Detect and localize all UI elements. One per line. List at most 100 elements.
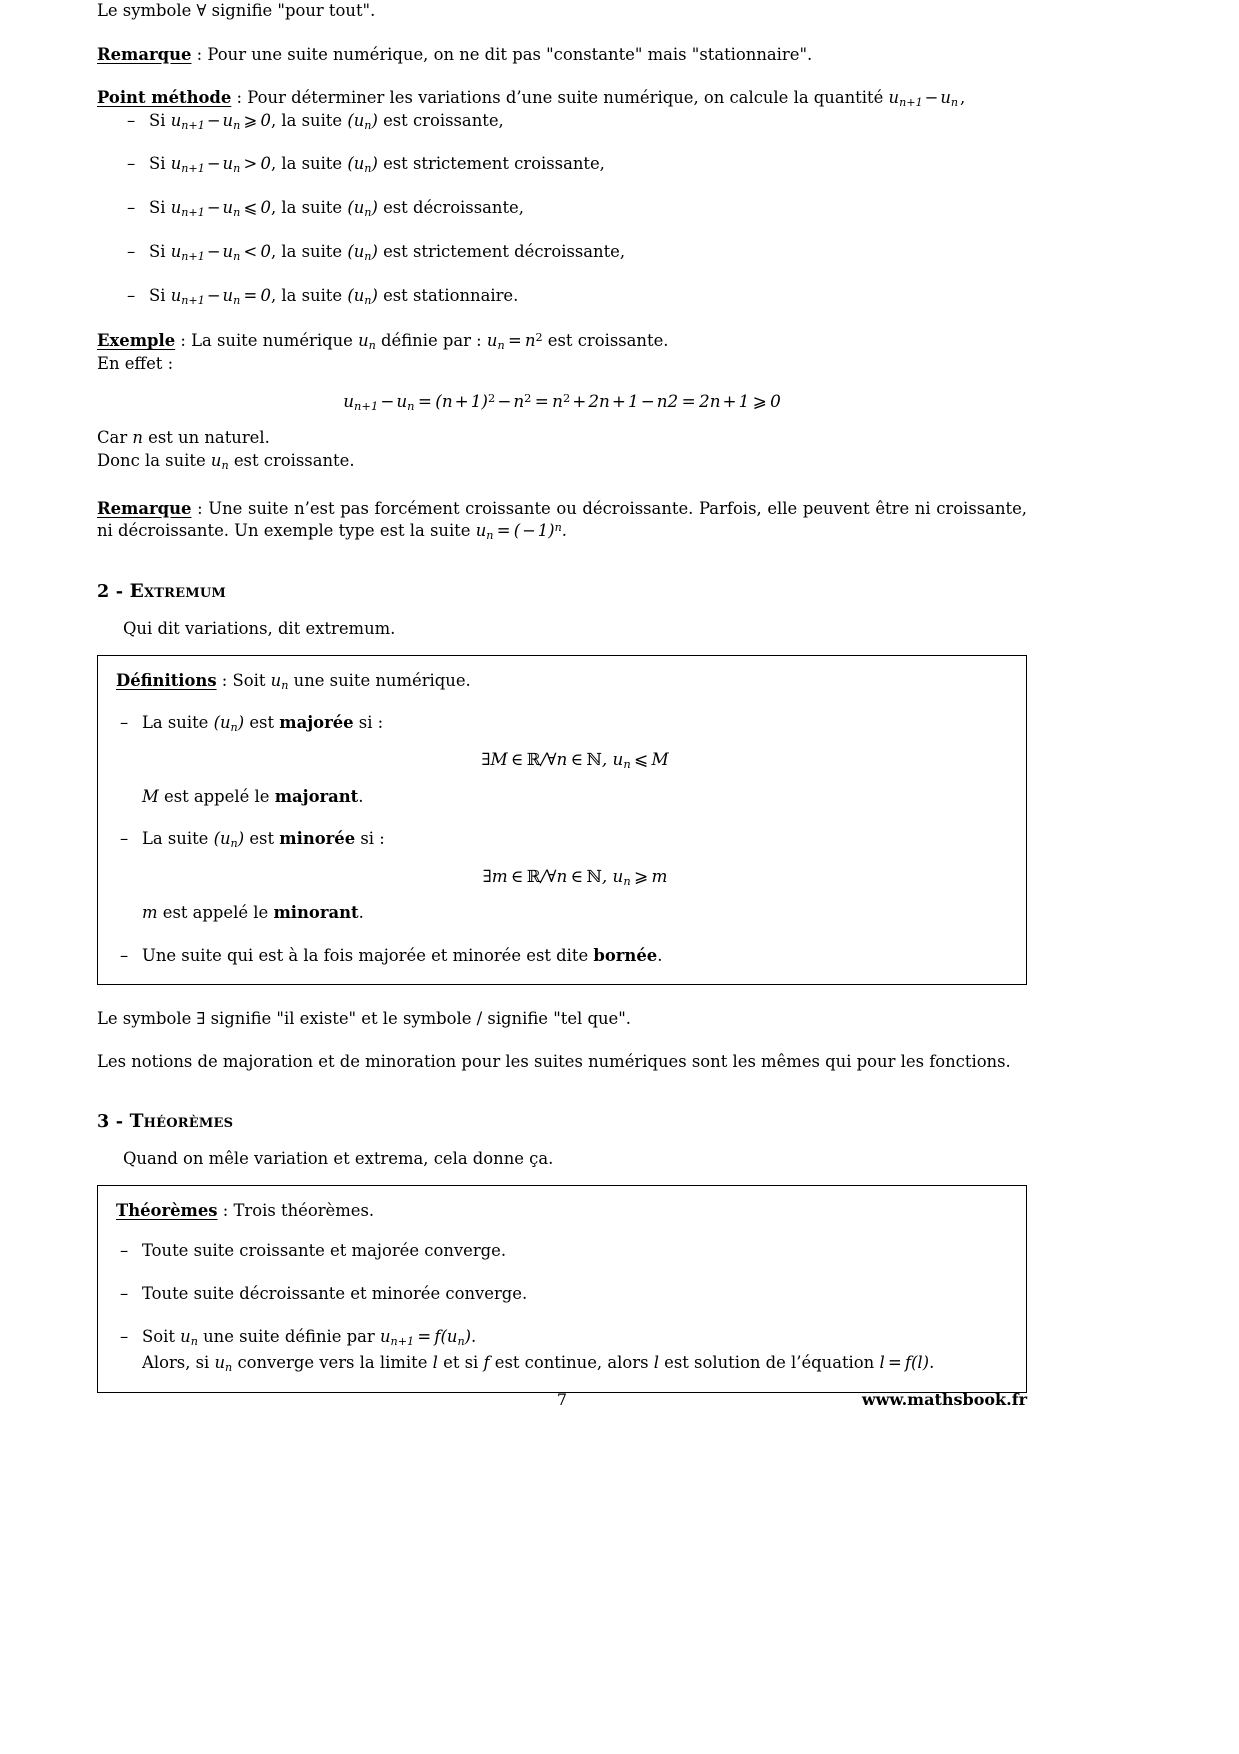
item-prefix: Si: [149, 241, 171, 261]
point-methode-quantity: un+1− un,: [888, 88, 966, 110]
section-2-title: Extremum: [129, 579, 227, 602]
theorem-3-l2-a: Alors, si: [142, 1353, 215, 1373]
point-methode-list: Si un+1−un⩾0 , la suite (un) est croissan…: [97, 110, 1027, 308]
list-item: Si un+1−un⩽0, la suite (un) est décroiss…: [123, 197, 1027, 220]
theorem-3-l2-var: un: [214, 1353, 233, 1375]
list-item: La suite (un) est minorée si : ∃m∈ℝ/∀n∈ℕ…: [116, 828, 1008, 925]
paragraph-forall-note: Le symbole ∀ signifie "pour tout".: [97, 0, 1027, 23]
def-text-a: La suite: [142, 712, 214, 732]
theorem-3-text-a: Soit: [142, 1327, 181, 1347]
theorems-box: Théorèmes : Trois théorèmes. Toute suite…: [97, 1184, 1027, 1393]
paragraph-point-methode: Point méthode : Pour déterminer les vari…: [97, 87, 1027, 110]
exemple-text-a: La suite numérique: [191, 330, 359, 350]
def-note-keyword: minorant: [273, 903, 359, 923]
theorem-3-formula: un+1 = f(un): [379, 1327, 472, 1348]
remark-2-label: Remarque: [97, 498, 192, 518]
def-note-minorant: m est appelé le minorant.: [142, 902, 1008, 925]
theorem-3-line-2: Alors, si un converge vers la limite l e…: [142, 1352, 1008, 1375]
list-item: Si un+1−un=0, la suite (un) est stationn…: [123, 285, 1027, 308]
equation-content: ∃m ∈ ℝ/∀n ∈ ℕ, un ⩾ m: [482, 865, 668, 888]
def-keyword-majoree: majorée: [279, 712, 354, 732]
section-heading-2: 2 - Extremum: [97, 580, 1027, 602]
list-item: Si un+1−un<0, la suite (un) est strictem…: [123, 241, 1027, 264]
definitions-label: Définitions: [116, 670, 217, 690]
equation-content: un+1− un = (n +1)2− n2 = n2 +2n +1− n2 = 2n +1 ⩾ 0: [343, 390, 781, 413]
item-condition: un+1− un ⩾ 0: [170, 110, 271, 132]
exemple-separator: :: [175, 330, 192, 350]
def-text-b: est: [244, 829, 280, 849]
list-item: La suite (un) est majorée si : ∃M∈ℝ/∀n∈ℕ…: [116, 712, 1008, 809]
def-note-var: m: [142, 903, 158, 923]
exemple-formula-def: un = n2: [486, 330, 543, 352]
en-effet-text: En effet :: [97, 354, 174, 374]
paragraph-donc-croissante: Donc la suite un est croissante.: [97, 450, 1027, 473]
item-mid-2: est: [377, 285, 413, 305]
theorem-3-end: .: [471, 1327, 477, 1347]
theorems-separator: :: [217, 1200, 234, 1220]
list-item: Toute suite croissante et majorée conver…: [116, 1240, 1008, 1263]
def-text-c: si :: [355, 829, 385, 849]
item-sequence: (un): [347, 285, 378, 307]
theorem-3-l2-c: et si: [437, 1353, 484, 1373]
def-bornee-text-b: .: [657, 945, 663, 965]
car-suffix: est un naturel.: [142, 427, 270, 447]
item-prefix: Si: [149, 110, 171, 130]
theorem-3-l2-e: est solution de l’équation: [658, 1353, 880, 1373]
section-heading-3: 3 - Théorèmes: [97, 1110, 1027, 1132]
paragraph-en-effet: En effet :: [97, 353, 1027, 376]
definitions-box-head: Définitions : Soit un une suite numériqu…: [116, 671, 1008, 692]
definitions-head-var: un: [270, 670, 289, 692]
item-mid-2: est: [377, 241, 413, 261]
forall-symbol: ∀: [196, 1, 207, 20]
list-item: Toute suite décroissante et minorée conv…: [116, 1283, 1008, 1306]
item-sequence: (un): [347, 110, 378, 132]
exists-note-suffix: signifie "il existe" et le symbole / sig…: [205, 1008, 631, 1028]
definitions-head-text-b: une suite numérique.: [288, 670, 471, 690]
exemple-text-b: définie par :: [375, 330, 487, 350]
remark-2-formula: un =(−1)n.: [475, 521, 567, 543]
exemple-text-c: est croissante.: [542, 330, 669, 350]
paragraph-remark-2: Remarque : Une suite n’est pas forcément…: [97, 498, 1027, 544]
paragraph-exemple: Exemple : La suite numérique un définie …: [97, 330, 1027, 353]
def-note-end: .: [358, 903, 364, 923]
theorems-label: Théorèmes: [116, 1200, 218, 1220]
car-variable: n: [132, 427, 143, 447]
item-conclusion: croissante,: [412, 110, 504, 130]
remark-1-text: Pour une suite numérique, on ne dit pas …: [207, 44, 813, 64]
item-condition: un+1− un = 0: [170, 285, 271, 307]
definitions-box: Définitions : Soit un une suite numériqu…: [97, 654, 1027, 985]
item-condition: un+1− un ⩽ 0: [170, 198, 271, 220]
def-note-majorant: M est appelé le majorant.: [142, 786, 1008, 809]
item-conclusion: stationnaire.: [412, 285, 519, 305]
definitions-list: La suite (un) est majorée si : ∃M∈ℝ/∀n∈ℕ…: [116, 712, 1008, 968]
forall-note-prefix: Le symbole: [97, 1, 197, 20]
item-mid-1: , la suite: [270, 241, 348, 261]
section-3-intro: Quand on mêle variation et extrema, cela…: [123, 1148, 554, 1168]
list-item: Si un+1−un⩾0, la suite (un) est croissan…: [123, 110, 1027, 133]
item-mid-1: , la suite: [270, 285, 348, 305]
forall-note-suffix: signifie "pour tout".: [206, 1, 376, 20]
point-methode-separator: :: [231, 88, 248, 108]
def-bornee-text-a: Une suite qui est à la fois majorée et m…: [142, 945, 594, 965]
def-note-keyword: majorant: [274, 786, 359, 806]
theorem-3-line-1: Soit un une suite définie par un+1=f(un)…: [142, 1326, 1008, 1349]
theorem-3-text-b: une suite définie par: [197, 1327, 380, 1347]
list-item: Soit un une suite définie par un+1=f(un)…: [116, 1326, 1008, 1376]
item-mid-2: est: [377, 198, 413, 218]
def-keyword-bornee: bornée: [593, 945, 658, 965]
exemple-label: Exemple: [97, 330, 176, 350]
theorem-3-l2-formula: l = f(l): [879, 1353, 930, 1373]
theorem-3-l2-end: .: [929, 1353, 935, 1373]
item-prefix: Si: [149, 154, 171, 174]
def-note-var: M: [142, 786, 159, 806]
item-mid-2: est: [377, 154, 413, 174]
item-condition: un+1− un >0: [170, 154, 271, 176]
def-note-text: est appelé le: [157, 903, 274, 923]
theorem-3-l2-d: est continue, alors: [489, 1353, 654, 1373]
website-url[interactable]: www.mathsbook.fr: [862, 1390, 1027, 1409]
list-item: Si un+1−un>0, la suite (un) est strictem…: [123, 153, 1027, 176]
item-mid-1: , la suite: [270, 198, 348, 218]
item-sequence: (un): [347, 198, 378, 220]
exists-note-prefix: Le symbole: [97, 1008, 197, 1028]
displayed-equation-minoree: ∃m ∈ ℝ/∀n ∈ ℕ, un ⩾ m: [142, 865, 1008, 890]
